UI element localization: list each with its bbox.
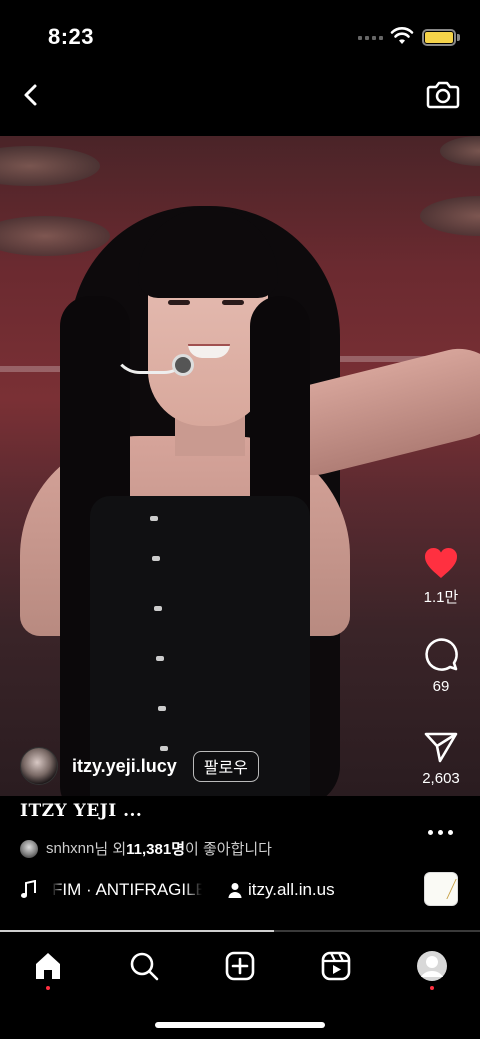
heart-icon[interactable] (423, 546, 459, 580)
avatar[interactable] (20, 747, 58, 785)
home-notification-dot (46, 986, 50, 990)
search-icon[interactable] (129, 951, 159, 981)
likes-count: 11,381명 (126, 841, 186, 858)
home-icon[interactable] (33, 951, 63, 981)
bottom-nav (0, 936, 480, 1006)
author-row: itzy.yeji.lucy 팔로우 (20, 746, 259, 786)
liker-avatar (20, 839, 38, 858)
author-username[interactable]: itzy.yeji.lucy (72, 756, 177, 777)
reels-icon[interactable] (321, 951, 351, 981)
reel-video[interactable] (0, 136, 480, 796)
comment-action[interactable]: 69 (410, 636, 472, 695)
status-bar: 8:23 (0, 0, 480, 70)
likes-text-1: 님 외 (94, 841, 127, 858)
profile-notification-dot (430, 986, 434, 990)
chevron-left-icon[interactable] (18, 80, 46, 110)
nav-reels[interactable] (316, 946, 356, 986)
profile-icon[interactable] (416, 950, 448, 982)
share-action[interactable]: 2,603 (410, 730, 472, 787)
like-action[interactable]: 1.1만 (410, 546, 472, 607)
video-progress-bar[interactable] (0, 930, 480, 932)
battery-icon (422, 29, 456, 46)
camera-icon[interactable] (426, 78, 460, 110)
caption-text[interactable]: ITZY YEJI ... (20, 801, 142, 821)
new-post-icon[interactable] (225, 951, 255, 981)
person-icon (228, 883, 242, 898)
comment-count: 69 (432, 678, 450, 695)
comment-icon[interactable] (423, 636, 459, 672)
status-time: 8:23 (48, 24, 95, 49)
cellular-signal-icon (358, 36, 383, 40)
nav-search[interactable] (124, 946, 164, 986)
audio-user[interactable]: itzy.all.in.us (248, 880, 335, 900)
wifi-icon (390, 27, 414, 44)
home-indicator (155, 1022, 325, 1028)
audio-thumbnail[interactable] (424, 872, 458, 906)
follow-button[interactable]: 팔로우 (192, 750, 259, 782)
music-note-icon (21, 880, 36, 898)
nav-home[interactable] (28, 946, 68, 986)
likes-summary[interactable]: snhxnn 님 외 11,381명 이 좋아합니다 (20, 838, 272, 859)
like-count: 1.1만 (423, 589, 459, 606)
likes-text-2: 이 좋아합니다 (185, 841, 272, 858)
battery-cap (457, 34, 460, 41)
audio-row[interactable]: FIM · ANTIFRAGILE itzy.all.in.us (20, 878, 335, 902)
more-options-icon[interactable] (428, 826, 454, 838)
liker-username: snhxnn (46, 840, 95, 857)
send-icon[interactable] (423, 730, 459, 764)
nav-profile[interactable] (412, 946, 452, 986)
audio-track[interactable]: FIM · ANTIFRAGILE (52, 880, 202, 900)
share-count: 2,603 (422, 770, 460, 787)
video-progress-fill (0, 930, 274, 932)
nav-new-post[interactable] (220, 946, 260, 986)
